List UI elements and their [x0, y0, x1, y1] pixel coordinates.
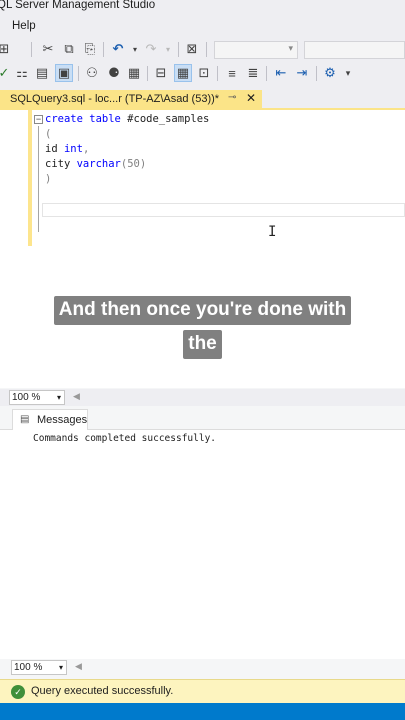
code-line-4: city varchar(50) — [45, 158, 147, 170]
include-plan-icon[interactable]: ⚇ — [84, 65, 100, 81]
messages-pane[interactable]: Commands completed successfully. — [0, 430, 405, 659]
code-line-2: ( — [45, 128, 52, 140]
outline-guide — [38, 126, 39, 232]
document-tab-strip: SQLQuery3.sql - loc...r (TP-AZ\Asad (53)… — [0, 86, 405, 110]
success-check-icon: ✓ — [11, 685, 25, 699]
title-bar: QL Server Management Studio — [0, 0, 405, 15]
scroll-left-icon[interactable]: ◀ — [73, 391, 80, 402]
redo-icon[interactable]: ↷ — [143, 41, 159, 57]
toolbar-separator — [178, 42, 179, 57]
search-combo[interactable] — [304, 41, 405, 59]
messages-icon: ▤ — [20, 414, 30, 425]
message-text: Commands completed successfully. — [33, 433, 217, 444]
parse-icon[interactable]: ✓ — [0, 65, 12, 81]
toolbar-overflow-icon[interactable]: ▾ — [340, 65, 356, 81]
menu-bar: Help — [0, 15, 405, 38]
caption-line-2: the — [0, 330, 405, 359]
specify-values-icon[interactable]: ⚙ — [322, 65, 338, 81]
results-zoom-select[interactable]: 100 % ▾ — [11, 660, 67, 675]
results-to-file-icon[interactable]: ▣ — [55, 64, 73, 82]
pin-icon[interactable]: ⊸ — [228, 92, 236, 103]
close-icon[interactable]: ✕ — [246, 91, 256, 105]
query-status-bar: ✓ Query executed successfully. — [0, 679, 405, 703]
undo-dropdown-icon[interactable]: ▾ — [127, 41, 143, 57]
display-plan-icon[interactable]: ⚏ — [14, 65, 30, 81]
editor-zoom-row: 100 % ▾ ◀ — [0, 389, 405, 406]
undo-icon[interactable]: ↶ — [110, 41, 126, 57]
results-tab-strip: ▤ Messages — [0, 406, 405, 430]
toolbar-separator — [103, 42, 104, 57]
solution-config-combo[interactable]: ▾ — [214, 41, 298, 59]
query-designer-icon[interactable]: ▤ — [34, 65, 50, 81]
toolbar-separator — [217, 66, 218, 81]
paste-icon[interactable]: ⎘ — [82, 41, 98, 57]
toolbar-separator — [78, 66, 79, 81]
activity-monitor-icon[interactable]: ⊠ — [184, 41, 200, 57]
sql-editor-toolbar: ✓ ⚏ ▤ ▣ ⚇ ⚈ ▦ ⊟ ▦ ⊡ ≡ ≣ ⇤ ⇥ ⚙ ▾ — [0, 62, 405, 86]
toolbar-separator — [206, 42, 207, 57]
new-query-icon[interactable]: ⊞ — [0, 41, 12, 57]
uncomment-lines-icon[interactable]: ≣ — [245, 65, 261, 81]
increase-indent-icon[interactable]: ⇥ — [294, 65, 310, 81]
results-to-text-icon[interactable]: ⊟ — [153, 65, 169, 81]
messages-tab-label: Messages — [37, 414, 88, 426]
toolbar-separator — [266, 66, 267, 81]
change-margin — [28, 110, 32, 246]
copy-icon[interactable]: ⧉ — [61, 41, 77, 57]
window-title: QL Server Management Studio — [0, 0, 156, 11]
tab-messages[interactable]: ▤ Messages — [12, 409, 88, 430]
editor-zoom-select[interactable]: 100 % ▾ — [9, 390, 65, 405]
tab-label: SQLQuery3.sql - loc...r (TP-AZ\Asad (53)… — [10, 93, 220, 105]
live-stats-icon[interactable]: ⚈ — [106, 65, 122, 81]
caption-line-1: And then once you're done with — [0, 296, 405, 325]
results-zoom-row: 100 % ▾ ◀ — [0, 659, 405, 676]
scroll-left-icon[interactable]: ◀ — [75, 661, 82, 672]
comment-lines-icon[interactable]: ≡ — [224, 65, 240, 81]
tab-sqlquery3[interactable]: SQLQuery3.sql - loc...r (TP-AZ\Asad (53)… — [0, 90, 262, 108]
collapse-icon[interactable]: − — [34, 115, 43, 124]
text-cursor-icon: I — [268, 224, 277, 240]
standard-toolbar: ⊞ ✂ ⧉ ⎘ ↶ ▾ ↷ ▾ ⊠ ▾ — [0, 38, 405, 62]
code-line-5: ) — [45, 173, 52, 185]
results-to-file-alt-icon[interactable]: ⊡ — [196, 65, 212, 81]
redo-dropdown-icon[interactable]: ▾ — [160, 41, 176, 57]
toolbar-separator — [147, 66, 148, 81]
code-line-3: id int, — [45, 143, 90, 155]
cut-icon[interactable]: ✂ — [40, 41, 56, 57]
app-status-bar — [0, 703, 405, 720]
code-line-1: create table #code_samples — [45, 113, 210, 125]
status-text: Query executed successfully. — [31, 685, 174, 697]
decrease-indent-icon[interactable]: ⇤ — [273, 65, 289, 81]
client-stats-icon[interactable]: ▦ — [126, 65, 142, 81]
toolbar-separator — [316, 66, 317, 81]
results-to-grid-icon[interactable]: ▦ — [174, 64, 192, 82]
menu-help[interactable]: Help — [12, 20, 36, 32]
toolbar-separator — [31, 42, 32, 57]
current-line-highlight — [42, 203, 405, 217]
